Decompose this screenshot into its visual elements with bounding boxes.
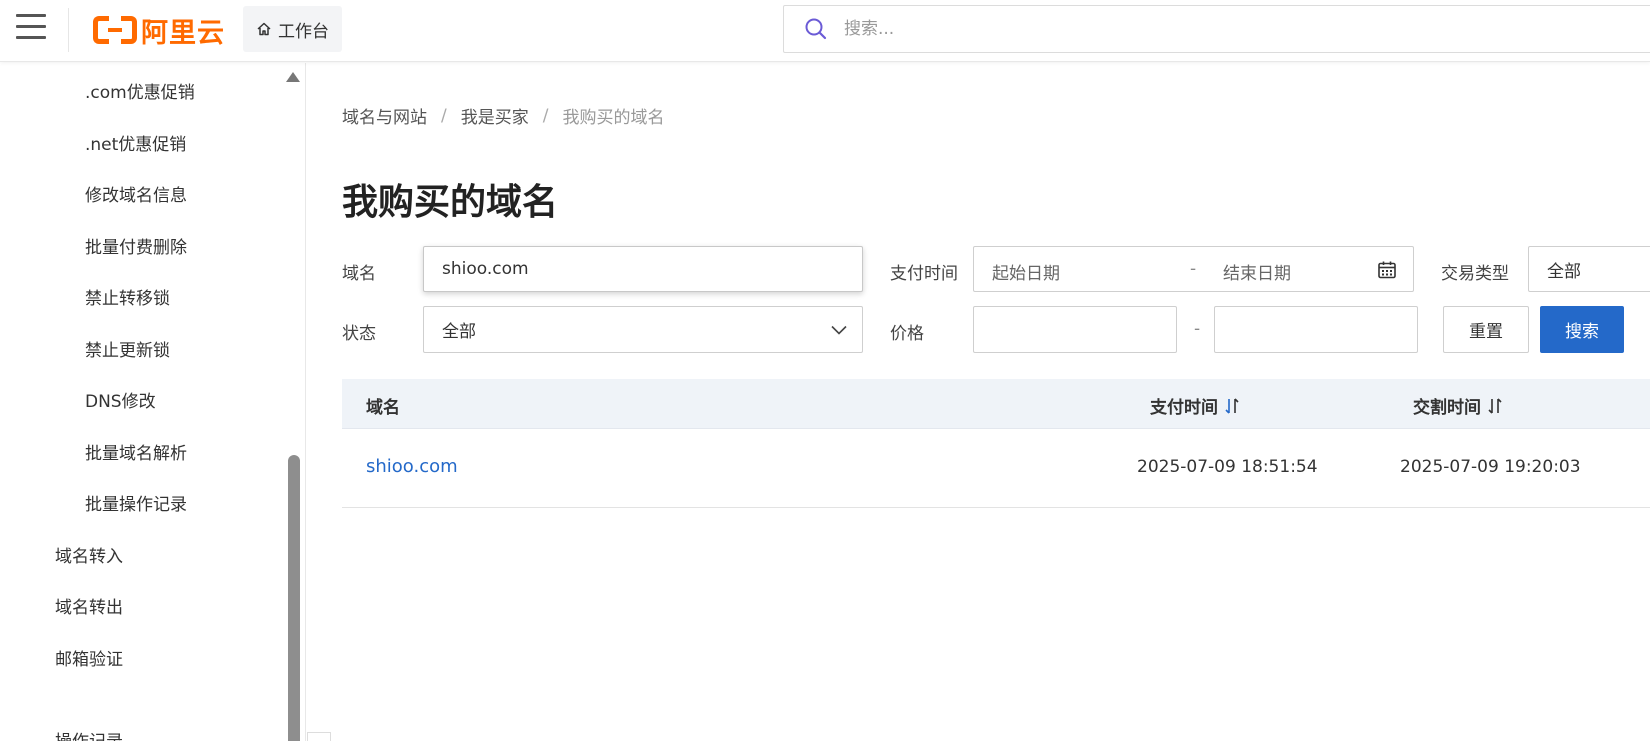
pay-time-range-picker[interactable]: 起始日期 - 结束日期	[973, 246, 1414, 292]
date-range-separator: -	[1190, 259, 1197, 279]
sidebar: .com优惠促销 .net优惠促销 修改域名信息 批量付费删除 禁止转移锁 禁止…	[0, 63, 306, 741]
reset-button[interactable]: 重置	[1443, 306, 1529, 353]
sidebar-item-email-verify[interactable]: 邮箱验证	[55, 645, 123, 670]
trade-type-select[interactable]: 全部	[1528, 246, 1650, 292]
domain-filter-field[interactable]	[423, 246, 863, 292]
price-range-separator: -	[1194, 319, 1201, 339]
search-icon	[805, 18, 827, 40]
menu-icon[interactable]	[16, 14, 46, 42]
sidebar-item-batch-paid-delete[interactable]: 批量付费删除	[85, 233, 187, 258]
sidebar-item-net-promo[interactable]: .net优惠促销	[85, 130, 186, 155]
trade-type-value: 全部	[1547, 261, 1581, 282]
column-header-pay-time[interactable]: 支付时间	[1150, 393, 1240, 418]
search-button[interactable]: 搜索	[1540, 306, 1624, 353]
status-filter-label: 状态	[342, 324, 376, 344]
price-min-input[interactable]	[974, 307, 1176, 352]
sidebar-scrollbar-thumb[interactable]	[288, 455, 300, 741]
workbench-label: 工作台	[278, 21, 329, 42]
domain-filter-label: 域名	[342, 264, 376, 284]
sort-icon[interactable]	[1487, 397, 1503, 415]
sidebar-item-domain-transfer-out[interactable]: 域名转出	[55, 593, 123, 618]
home-icon	[257, 22, 271, 36]
scroll-up-arrow-icon[interactable]	[286, 72, 300, 82]
pay-time-label: 支付时间	[890, 264, 958, 284]
breadcrumb-domains-websites[interactable]: 域名与网站	[342, 103, 427, 128]
sidebar-item-domain-transfer-in[interactable]: 域名转入	[55, 542, 123, 567]
breadcrumb-buyer[interactable]: 我是买家	[461, 103, 529, 128]
price-min-field[interactable]	[973, 306, 1177, 353]
column-header-domain: 域名	[366, 398, 400, 418]
price-max-field[interactable]	[1214, 306, 1418, 353]
table-row: shioo.com 2025-07-09 18:51:54 2025-07-09…	[342, 430, 1650, 508]
status-filter-select[interactable]: 全部	[423, 306, 863, 353]
sidebar-item-dns-modify[interactable]: DNS修改	[85, 387, 156, 412]
logo-text: 阿里云	[141, 17, 225, 49]
breadcrumb: 域名与网站 / 我是买家 / 我购买的域名	[342, 103, 665, 129]
sidebar-item-com-promo[interactable]: .com优惠促销	[85, 78, 195, 103]
delivery-time-cell: 2025-07-09 19:20:03	[1400, 457, 1581, 477]
table-header: 域名 支付时间 交割时间	[342, 379, 1650, 429]
sidebar-item-batch-operation-log[interactable]: 批量操作记录	[85, 490, 187, 515]
domain-filter-input[interactable]	[424, 247, 862, 291]
aliyun-logo-icon	[93, 16, 137, 44]
panel-corner	[307, 732, 331, 741]
chevron-down-icon	[831, 325, 847, 335]
pay-time-cell: 2025-07-09 18:51:54	[1137, 457, 1318, 477]
global-search[interactable]	[783, 5, 1650, 53]
status-filter-value: 全部	[442, 322, 476, 342]
column-header-delivery-time[interactable]: 交割时间	[1413, 393, 1503, 418]
start-date-input[interactable]: 起始日期	[992, 259, 1060, 284]
sidebar-item-operation-log[interactable]: 操作记录	[55, 727, 123, 741]
sidebar-item-batch-dns-resolve[interactable]: 批量域名解析	[85, 439, 187, 464]
header-divider	[68, 8, 69, 52]
sidebar-item-update-lock[interactable]: 禁止更新锁	[85, 336, 170, 361]
breadcrumb-current: 我购买的域名	[562, 108, 665, 128]
sort-icon[interactable]	[1224, 397, 1240, 415]
sidebar-item-modify-domain-info[interactable]: 修改域名信息	[85, 181, 187, 206]
calendar-icon[interactable]	[1377, 260, 1397, 280]
main-content: 域名与网站 / 我是买家 / 我购买的域名 我购买的域名 域名 支付时间 起始日…	[307, 63, 1650, 741]
aliyun-logo[interactable]: 阿里云	[93, 12, 225, 49]
workbench-button[interactable]: 工作台	[243, 6, 342, 52]
trade-type-label: 交易类型	[1441, 264, 1509, 284]
sidebar-item-transfer-lock[interactable]: 禁止转移锁	[85, 284, 170, 309]
price-label: 价格	[890, 324, 924, 344]
price-max-input[interactable]	[1215, 307, 1417, 352]
page-title: 我购买的域名	[342, 182, 559, 223]
top-bar: 阿里云 工作台	[0, 0, 1650, 62]
end-date-input[interactable]: 结束日期	[1223, 259, 1291, 284]
global-search-input[interactable]	[844, 19, 1544, 39]
domain-link[interactable]: shioo.com	[366, 456, 458, 477]
